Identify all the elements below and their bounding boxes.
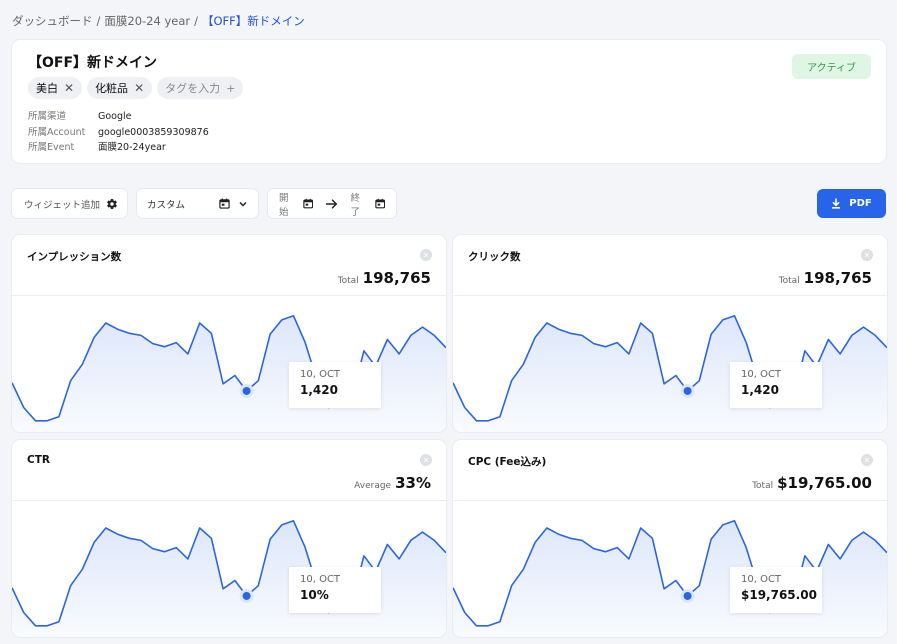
chart-tooltip: 10, OCT 10%	[289, 567, 381, 613]
summary-value: 198,765	[362, 269, 431, 287]
breadcrumb-current: 【OFF】新ドメイン	[201, 14, 305, 28]
widget-summary: Total 198,765	[779, 269, 872, 287]
tag-chip: 化粧品 ✕	[87, 77, 153, 99]
close-icon[interactable]: ✕	[420, 454, 432, 466]
date-range-select[interactable]: カスタム	[137, 189, 258, 218]
widget-ctr: CTR ✕ Average 33% 10, OCT 10%	[12, 440, 446, 637]
breadcrumb-item-event[interactable]: 面膜20-24 year	[104, 14, 190, 28]
summary-value: 33%	[395, 474, 431, 492]
highlight-point[interactable]	[242, 591, 251, 600]
meta-row: 所属渠道 Google	[28, 109, 209, 125]
widget-impressions: インプレッション数 ✕ Total 198,765 10, OCT 1,420	[12, 235, 446, 432]
chart-tooltip: 10, OCT 1,420	[730, 362, 822, 408]
summary-value: 198,765	[803, 269, 872, 287]
widget-summary: Total 198,765	[338, 269, 431, 287]
tag-chip: 美白 ✕	[28, 77, 83, 99]
widget-cpc: CPC (Fee込み) ✕ Total $19,765.00 10, OCT $…	[453, 440, 887, 637]
tooltip-date: 10, OCT	[741, 574, 782, 585]
date-range-select-value: カスタム	[147, 199, 186, 211]
breadcrumb: ダッシュボード / 面膜20-24 year / 【OFF】新ドメイン	[12, 13, 305, 29]
highlight-point[interactable]	[242, 386, 251, 395]
meta-value: 面膜20-24year	[98, 142, 166, 153]
summary-value: $19,765.00	[777, 474, 872, 492]
chart-tooltip: 10, OCT $19,765.00	[730, 567, 822, 613]
remove-tag-icon[interactable]: ✕	[134, 81, 144, 95]
campaign-info-card: 【OFF】新ドメイン アクティブ 美白 ✕ 化粧品 ✕ タグを入力 + 所属渠道…	[12, 40, 886, 163]
pdf-download-button[interactable]: PDF	[817, 189, 886, 218]
meta-label: 所属Event	[28, 142, 75, 153]
summary-label: Total	[778, 276, 800, 286]
download-icon	[832, 198, 841, 209]
meta-value: google0003859309876	[98, 126, 209, 138]
breadcrumb-separator: /	[96, 14, 101, 28]
widget-title: インプレッション数	[27, 251, 122, 263]
summary-label: Total	[337, 276, 359, 286]
widget-title: クリック数	[468, 251, 521, 263]
meta-row: 所属Event 面膜20-24year	[28, 140, 209, 156]
meta-value: Google	[98, 111, 132, 122]
end-date-field[interactable]: 終了	[351, 190, 369, 218]
start-date-field[interactable]: 開始	[279, 190, 297, 218]
highlight-point[interactable]	[683, 591, 692, 600]
widget-title: CTR	[27, 454, 50, 466]
calendar-icon	[219, 198, 230, 209]
highlight-point[interactable]	[683, 386, 692, 395]
tooltip-date: 10, OCT	[741, 369, 782, 380]
chevron-down-icon	[239, 201, 247, 207]
plus-icon: +	[226, 81, 236, 95]
breadcrumb-separator: /	[194, 14, 198, 28]
date-range-picker: 開始 終了	[268, 189, 396, 218]
gear-icon	[107, 198, 117, 209]
tooltip-date: 10, OCT	[300, 369, 341, 380]
tooltip-value: 10%	[300, 588, 329, 602]
tag-input[interactable]: タグを入力 +	[157, 77, 244, 99]
tooltip-value: 1,420	[300, 383, 338, 397]
meta-label: 所属Account	[28, 126, 86, 138]
tooltip-date: 10, OCT	[300, 574, 341, 585]
widget-summary: Average 33%	[354, 474, 431, 492]
widget-title: CPC (Fee込み)	[468, 456, 547, 468]
status-badge: アクティブ	[792, 54, 871, 79]
tag-input-placeholder: タグを入力	[165, 82, 221, 95]
add-widget-button[interactable]: ウィジェット追加	[12, 189, 127, 218]
tag-list: 美白 ✕ 化粧品 ✕ タグを入力 +	[28, 77, 244, 99]
add-widget-label: ウィジェット追加	[24, 199, 101, 211]
summary-label: Average	[354, 481, 392, 491]
arrow-right-icon	[326, 198, 338, 209]
tag-label: 化粧品	[95, 82, 129, 95]
widget-clicks: クリック数 ✕ Total 198,765 10, OCT 1,420	[453, 235, 887, 432]
pdf-label: PDF	[849, 198, 872, 209]
meta-row: 所属Account google0003859309876	[28, 125, 209, 141]
campaign-meta: 所属渠道 Google 所属Account google000385930987…	[28, 109, 209, 156]
calendar-icon[interactable]	[374, 198, 385, 209]
close-icon[interactable]: ✕	[861, 454, 873, 466]
widget-summary: Total $19,765.00	[752, 474, 872, 492]
remove-tag-icon[interactable]: ✕	[64, 81, 74, 95]
chart-tooltip: 10, OCT 1,420	[289, 362, 381, 408]
tooltip-value: 1,420	[741, 383, 779, 397]
calendar-icon[interactable]	[303, 198, 314, 209]
tooltip-value: $19,765.00	[741, 588, 817, 602]
breadcrumb-item-dashboard[interactable]: ダッシュボード	[12, 14, 93, 28]
campaign-title: 【OFF】新ドメイン	[28, 55, 158, 71]
close-icon[interactable]: ✕	[861, 249, 873, 261]
tag-label: 美白	[36, 82, 58, 95]
meta-label: 所属渠道	[28, 111, 67, 122]
summary-label: Total	[752, 481, 774, 491]
close-icon[interactable]: ✕	[420, 249, 432, 261]
